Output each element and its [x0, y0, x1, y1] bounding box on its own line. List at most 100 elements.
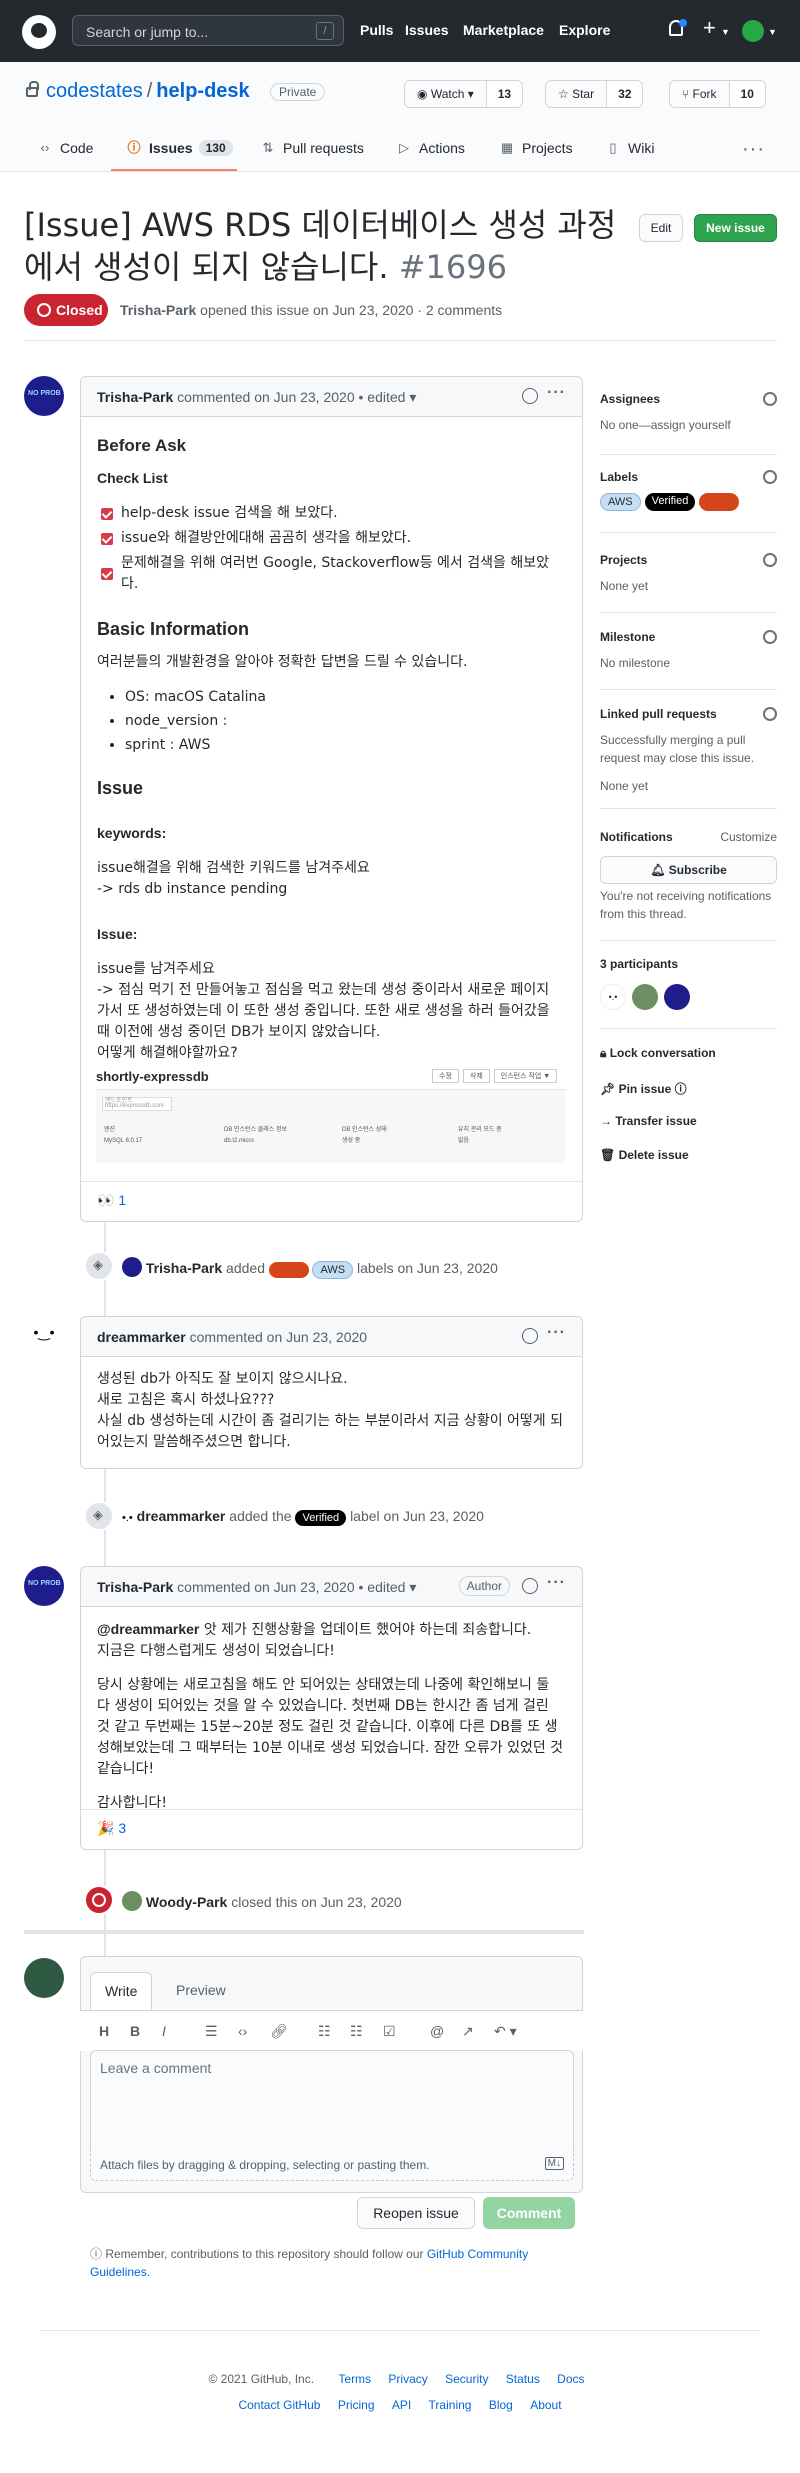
avatar[interactable] [122, 1891, 142, 1911]
footer-link-privacy[interactable]: Privacy [388, 2372, 427, 2386]
more-tabs-kebab-icon[interactable]: ··· [742, 138, 765, 161]
avatar[interactable] [24, 376, 64, 416]
italic-icon[interactable]: I [162, 2023, 166, 2039]
comment-meta[interactable]: commented on Jun 23, 2020 • edited ▾ [177, 389, 416, 405]
avatar[interactable]: •‿• [24, 1312, 64, 1352]
footer-link-docs[interactable]: Docs [557, 2372, 584, 2386]
watch-button[interactable]: ◉ Watch ▾ [405, 81, 487, 107]
nav-explore[interactable]: Explore [559, 22, 610, 38]
transfer-issue-link[interactable]: → Transfer issue [600, 1114, 697, 1128]
footer-link-terms[interactable]: Terms [338, 2372, 371, 2386]
footer-link-security[interactable]: Security [445, 2372, 488, 2386]
lock-conversation-link[interactable]: 🔒︎ Lock conversation [600, 1046, 716, 1061]
tab-pull-requests[interactable]: ⇅ Pull requests [261, 140, 364, 156]
file-attachment-zone[interactable]: Attach files by dragging & dropping, sel… [90, 2151, 574, 2181]
create-new-plus-icon[interactable]: + [703, 15, 716, 41]
star-button[interactable]: ☆ Star [546, 81, 608, 107]
fork-count[interactable]: 10 [729, 81, 765, 107]
ordered-list-icon[interactable]: ☷ [350, 2023, 363, 2040]
comment-author-link[interactable]: Trisha-Park [97, 389, 173, 405]
checkbox-checked-icon[interactable] [101, 568, 113, 580]
new-issue-button[interactable]: New issue [694, 214, 777, 242]
task-list-icon[interactable]: ☑ [383, 2023, 396, 2040]
search-input[interactable]: Search or jump to... / [72, 15, 344, 46]
gear-icon[interactable] [763, 707, 777, 721]
avatar[interactable]: •.• [122, 1512, 133, 1524]
kebab-horizontal-icon[interactable]: ··· [547, 384, 566, 402]
footer-link-api[interactable]: API [392, 2398, 411, 2412]
reply-icon[interactable]: ↶ ▾ [494, 2023, 517, 2040]
smiley-icon[interactable] [522, 1578, 538, 1594]
issue-author-link[interactable]: Trisha-Park [120, 302, 196, 318]
avatar[interactable] [24, 1566, 64, 1606]
footer-link-about[interactable]: About [530, 2398, 561, 2412]
heading-icon[interactable]: H [99, 2023, 109, 2039]
gear-icon[interactable] [763, 553, 777, 567]
comment-button[interactable]: Comment [483, 2197, 575, 2229]
nav-pulls[interactable]: Pulls [360, 22, 393, 38]
event-actor-link[interactable]: Woody-Park [146, 1894, 227, 1910]
event-actor-link[interactable]: dreammarker [137, 1508, 226, 1524]
footer-link-pricing[interactable]: Pricing [338, 2398, 375, 2412]
label-verified[interactable]: Verified [644, 493, 696, 511]
label-issue[interactable]: issue [699, 493, 740, 511]
tab-projects[interactable]: ▦ Projects [500, 140, 573, 156]
label-verified[interactable]: Verified [295, 1510, 347, 1526]
link-icon[interactable]: 🔗︎ [270, 2023, 288, 2040]
assign-yourself-link[interactable]: No one—assign yourself [600, 418, 777, 432]
delete-issue-link[interactable]: 🗑︎ Delete issue [600, 1148, 689, 1162]
github-logo-icon[interactable] [22, 15, 56, 49]
tab-code[interactable]: ‹› Code [38, 140, 94, 156]
cross-reference-icon[interactable]: ↗ [462, 2023, 474, 2040]
nav-issues[interactable]: Issues [405, 22, 449, 38]
footer-link-status[interactable]: Status [506, 2372, 540, 2386]
kebab-horizontal-icon[interactable]: ··· [547, 1324, 566, 1342]
tab-issues[interactable]: ⓘ Issues 130 [127, 140, 233, 156]
nav-marketplace[interactable]: Marketplace [463, 22, 544, 38]
comment-author-link[interactable]: Trisha-Park [97, 1579, 173, 1595]
quote-icon[interactable]: ☰ [205, 2023, 218, 2040]
repo-name-link[interactable]: help-desk [156, 80, 249, 102]
watch-count[interactable]: 13 [486, 81, 523, 107]
user-avatar[interactable] [742, 20, 764, 42]
embedded-screenshot[interactable]: 수정 삭제 인스턴스 작업 ▼ 엔드포인트 https://expressdb.c… [96, 1069, 566, 1163]
user-mention-link[interactable]: @dreammarker [97, 1621, 199, 1637]
pin-issue-link[interactable]: 📌︎ Pin issue ⓘ [600, 1080, 687, 1097]
repo-owner-link[interactable]: codestates [46, 80, 143, 102]
reaction-count[interactable]: 1 [118, 1192, 126, 1208]
avatar[interactable] [632, 984, 658, 1010]
reopen-issue-button[interactable]: Reopen issue [357, 2197, 475, 2229]
mention-icon[interactable]: @ [430, 2023, 444, 2039]
gear-icon[interactable] [763, 392, 777, 406]
tab-preview[interactable]: Preview [162, 1972, 240, 2010]
tab-wiki[interactable]: ▯ Wiki [606, 140, 654, 156]
gear-icon[interactable] [763, 470, 777, 484]
star-count[interactable]: 32 [607, 81, 643, 107]
smiley-icon[interactable] [522, 388, 538, 404]
footer-link-training[interactable]: Training [429, 2398, 472, 2412]
avatar[interactable] [122, 1257, 142, 1277]
footer-link-contact[interactable]: Contact GitHub [238, 2398, 320, 2412]
tab-actions[interactable]: ▷ Actions [397, 140, 465, 156]
subscribe-button[interactable]: 🔔︎ Subscribe [600, 856, 777, 884]
fork-button[interactable]: ⑂ Fork [670, 81, 730, 107]
checkbox-checked-icon[interactable] [101, 532, 113, 545]
edit-title-button[interactable]: Edit [639, 214, 683, 242]
avatar[interactable] [664, 984, 690, 1010]
label-aws[interactable]: AWS [312, 1261, 354, 1279]
avatar[interactable]: •.• [600, 984, 626, 1010]
footer-link-blog[interactable]: Blog [489, 2398, 513, 2412]
kebab-horizontal-icon[interactable]: ··· [547, 1574, 566, 1592]
smiley-icon[interactable] [522, 1328, 538, 1344]
customize-link[interactable]: Customize [720, 830, 777, 844]
label-issue[interactable]: issue [268, 1262, 309, 1278]
tab-write[interactable]: Write [90, 1972, 153, 2010]
gear-icon[interactable] [763, 630, 777, 644]
eyes-reaction-icon[interactable]: 👀 [97, 1192, 114, 1208]
comment-textarea[interactable]: Leave a comment [90, 2050, 574, 2152]
label-aws[interactable]: AWS [600, 493, 641, 511]
comment-meta[interactable]: commented on Jun 23, 2020 • edited ▾ [177, 1579, 416, 1595]
comment-author-link[interactable]: dreammarker [97, 1329, 186, 1345]
code-icon[interactable]: ‹› [238, 2023, 247, 2039]
reaction-count[interactable]: 3 [118, 1820, 126, 1836]
